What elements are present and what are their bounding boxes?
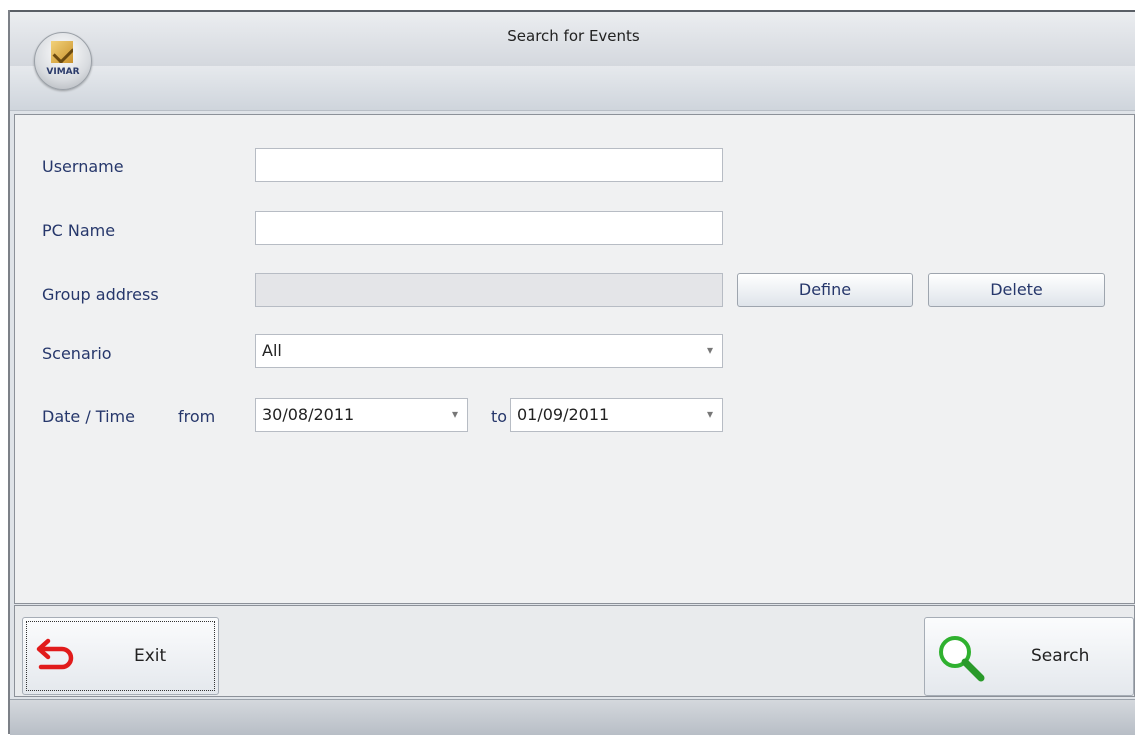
exit-label: Exit (134, 646, 167, 666)
from-date-value: 30/08/2011 (262, 405, 355, 424)
to-label: to (491, 407, 508, 426)
window-title: Search for Events (507, 27, 640, 45)
logo-strip (10, 66, 1135, 111)
exit-button[interactable]: Exit (22, 617, 219, 695)
group-address-input (255, 273, 723, 307)
date-time-label: Date / Time (42, 407, 135, 426)
scenario-label: Scenario (42, 344, 112, 363)
group-address-label: Group address (42, 285, 159, 304)
define-button[interactable]: Define (737, 273, 913, 307)
pc-name-input[interactable] (255, 211, 723, 245)
search-events-window: Search for Events VIMAR Username PC Name… (8, 10, 1135, 735)
vimar-logo-button[interactable]: VIMAR (34, 32, 92, 90)
username-label: Username (42, 157, 124, 176)
to-date-picker[interactable]: 01/09/2011 (510, 398, 723, 432)
from-date-picker[interactable]: 30/08/2011 (255, 398, 468, 432)
search-magnifier-icon (939, 636, 985, 682)
delete-button[interactable]: Delete (928, 273, 1105, 307)
search-form-panel: Username PC Name Group address Define De… (14, 114, 1135, 604)
exit-arrow-icon (36, 638, 74, 670)
scenario-select[interactable]: All (255, 334, 723, 368)
search-button[interactable]: Search (924, 617, 1134, 696)
username-input[interactable] (255, 148, 723, 182)
vimar-logo-icon (51, 41, 73, 63)
from-label: from (178, 407, 216, 426)
search-label: Search (1031, 646, 1090, 666)
window-top-border (10, 10, 1135, 12)
to-date-value: 01/09/2011 (517, 405, 610, 424)
scenario-value: All (262, 341, 282, 360)
status-bar (10, 699, 1135, 735)
footer-bar: Exit Search (14, 605, 1135, 697)
logo-text: VIMAR (46, 67, 80, 77)
title-bar: Search for Events (10, 10, 1135, 66)
pc-name-label: PC Name (42, 221, 116, 240)
